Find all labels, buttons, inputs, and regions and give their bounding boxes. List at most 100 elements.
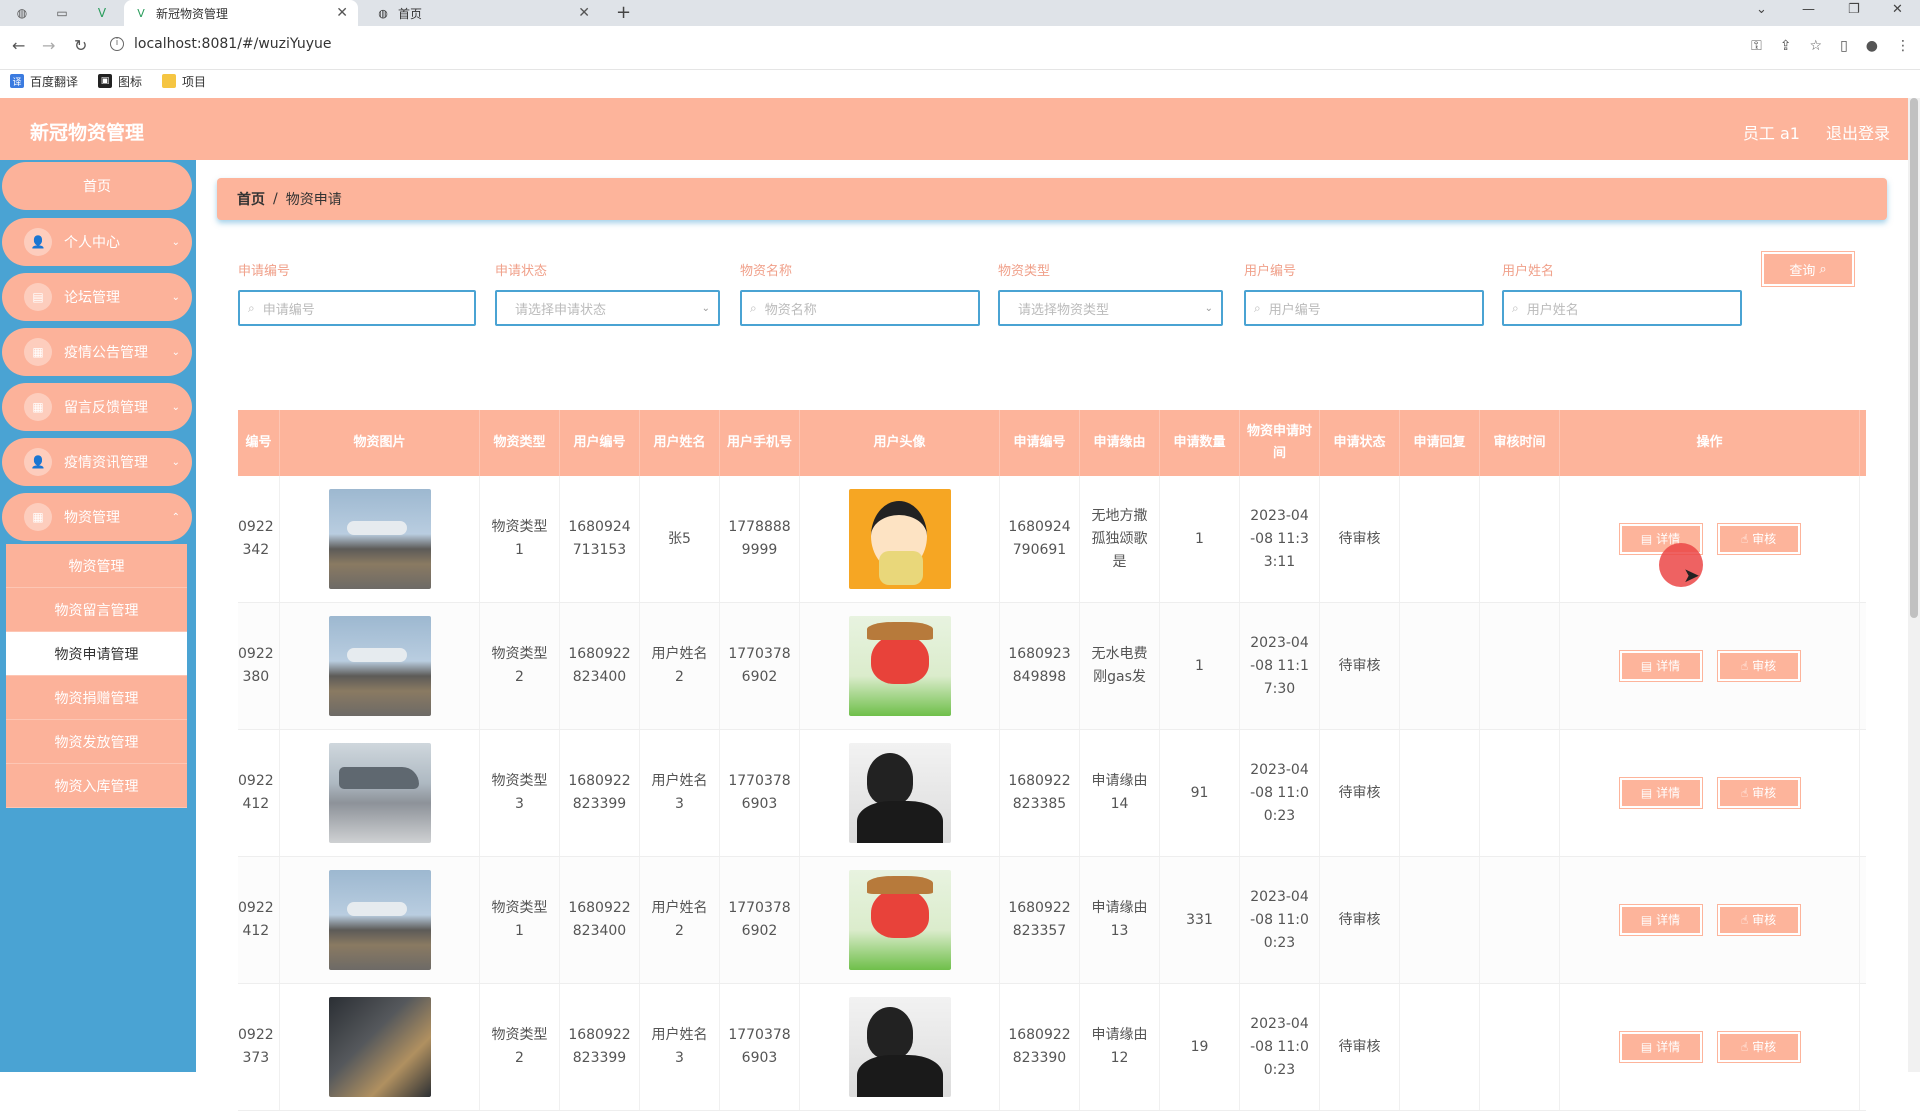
chevron-down-icon: ⌄ [171,346,180,358]
bookmark-item[interactable]: 项目 [162,73,206,90]
profile-icon[interactable]: ● [1866,38,1878,54]
sidebar-item-supplies[interactable]: ▦ 物资管理 ⌃ [2,493,192,541]
type-select[interactable]: 请选择物资类型 ⌄ [998,290,1223,326]
globe-icon[interactable]: ◍ [8,3,36,23]
detail-button[interactable]: ▤ 详情 [1619,778,1702,808]
tab-active[interactable]: V 新冠物资管理 ✕ [124,0,358,26]
info-icon[interactable]: i [110,37,124,51]
audit-button[interactable]: ☝ 审核 [1717,778,1800,808]
table-cell-user-no: 1680922 823399 [560,730,640,856]
avatar[interactable] [848,616,951,716]
bookmarks-bar: 译 百度翻译 ▣ 图标 项目 [0,70,1920,92]
minimize-icon[interactable]: — [1802,2,1815,17]
window-close-icon[interactable]: ✕ [1892,2,1903,17]
star-icon[interactable]: ☆ [1810,38,1823,54]
supply-image-cell [280,730,480,856]
submenu-item-distribution[interactable]: 物资发放管理 [6,720,187,764]
supply-image[interactable] [328,743,431,843]
table-row[interactable]: 0922 380 物资类型 2 1680922 823400 用户姓名 2 177037… [238,603,1866,730]
column-header: 用户手机号 [720,410,800,476]
close-icon[interactable]: ✕ [336,5,348,21]
logout-link[interactable]: 退出登录 [1826,120,1890,144]
sidebar-item-news[interactable]: 👤 疫情资讯管理 ⌄ [2,438,192,486]
tab-home[interactable]: ◍ 首页 ✕ [366,0,600,26]
audit-button[interactable]: ☝ 审核 [1717,651,1800,681]
chevron-down-icon: ⌄ [171,401,180,413]
bookmark-label: 图标 [118,74,143,89]
detail-button[interactable]: ▤ 详情 [1619,1032,1702,1062]
bookmark-item[interactable]: 译 百度翻译 [10,73,78,90]
chevron-down-icon[interactable]: ⌄ [1756,2,1767,17]
table-row[interactable]: 0922 412 物资类型 3 1680922 823399 用户姓名 3 177037… [238,730,1866,857]
table-row[interactable]: 0922 412 物资类型 1 1680922 823400 用户姓名 2 177037… [238,857,1866,984]
sidebar-item-profile[interactable]: 👤 个人中心 ⌄ [2,218,192,266]
audit-button[interactable]: ☝ 审核 [1717,524,1800,554]
sidepanel-icon[interactable]: ▯ [1840,38,1848,54]
table-cell-apply-no: 1680923 849898 [1000,603,1080,729]
cell-text: 2023-04 -08 11:3 3:11 [1250,507,1309,570]
column-header: 编号 [238,410,280,476]
reload-icon[interactable]: ↻ [74,36,87,55]
submenu-item-inbound[interactable]: 物资入库管理 [6,764,187,808]
more-icon[interactable]: ⋮ [1896,38,1910,54]
submenu-item-applications[interactable]: 物资申请管理 [6,632,187,676]
name-input[interactable]: ⌕ 物资名称 [740,290,980,326]
restore-icon[interactable]: ❐ [1848,2,1860,17]
supply-image[interactable] [328,997,431,1097]
user-avatar-cell [800,476,1000,602]
page-scrollbar[interactable] [1908,98,1920,1072]
new-tab-icon[interactable]: + [616,2,631,23]
bookmark-item[interactable]: ▣ 图标 [98,73,142,90]
url-text: localhost:8081/#/wuziYuyue [134,36,332,52]
sidebar-item-feedback[interactable]: ▦ 留言反馈管理 ⌄ [2,383,192,431]
apply-no-input[interactable]: ⌕ 申请编号 [238,290,476,326]
cell-text: 申请缘由 12 [1091,1027,1148,1066]
table-row[interactable]: 0922 373 物资类型 2 1680922 823399 用户姓名 3 177037… [238,984,1866,1111]
avatar[interactable] [848,489,951,589]
share-icon[interactable]: ⇪ [1780,38,1792,54]
search-button[interactable]: 查询 ⌕ [1762,252,1854,286]
scrollbar-thumb[interactable] [1910,98,1918,618]
vue-icon[interactable]: V [88,3,116,23]
submenu-item-supplies[interactable]: 物资管理 [6,544,187,588]
breadcrumb: 首页 / 物资申请 [217,178,1887,220]
table-cell-qty: 1 [1160,476,1240,602]
forward-icon[interactable]: → [42,36,55,55]
status-select[interactable]: 请选择申请状态 ⌄ [495,290,720,326]
audit-button[interactable]: ☝ 审核 [1717,905,1800,935]
breadcrumb-home[interactable]: 首页 [237,189,265,209]
table-cell-reply [1400,476,1480,602]
sidebar-item-notice[interactable]: ▦ 疫情公告管理 ⌄ [2,328,192,376]
sidebar-item-forum[interactable]: ▤ 论坛管理 ⌄ [2,273,192,321]
avatar[interactable] [848,997,951,1097]
submenu-item-messages[interactable]: 物资留言管理 [6,588,187,632]
key-icon[interactable]: ⚿ [1751,38,1762,54]
blank-tab-icon[interactable]: ▭ [48,3,76,23]
table-cell-no: 0922 412 [238,857,280,983]
avatar[interactable] [848,870,951,970]
table-cell-phone: 1770378 6903 [720,730,800,856]
supply-image[interactable] [328,616,431,716]
supply-image[interactable] [328,870,431,970]
submenu-item-donations[interactable]: 物资捐赠管理 [6,676,187,720]
back-icon[interactable]: ← [12,36,25,55]
user-no-input[interactable]: ⌕ 用户编号 [1244,290,1484,326]
cell-text: 1680922 823400 [568,646,631,685]
tab-label: 首页 [398,6,423,21]
sidebar-item-home[interactable]: 首页 [2,162,192,210]
table-row[interactable]: 0922 342 物资类型 1 1680924 713153 张5 1778888 99… [238,476,1866,603]
supply-image[interactable] [328,489,431,589]
audit-button[interactable]: ☝ 审核 [1717,1032,1800,1062]
close-icon[interactable]: ✕ [578,5,590,21]
user-name-input[interactable]: ⌕ 用户姓名 [1502,290,1742,326]
search-icon: ⌕ [1512,300,1519,315]
chevron-down-icon: ⌄ [1204,302,1213,314]
detail-button[interactable]: ▤ 详情 [1619,651,1702,681]
chevron-down-icon: ⌄ [171,456,180,468]
applications-table: 编号 物资图片 物资类型 用户编号 用户姓名 用户手机号 用户头像 申请编号 申请缘由 申请数量物… [238,410,1866,1111]
cell-text: 申请缘由 14 [1091,773,1148,812]
column-header: 申请回复 [1400,410,1480,476]
url-field[interactable]: i localhost:8081/#/wuziYuyue [110,36,332,52]
detail-button[interactable]: ▤ 详情 [1619,905,1702,935]
avatar[interactable] [848,743,951,843]
